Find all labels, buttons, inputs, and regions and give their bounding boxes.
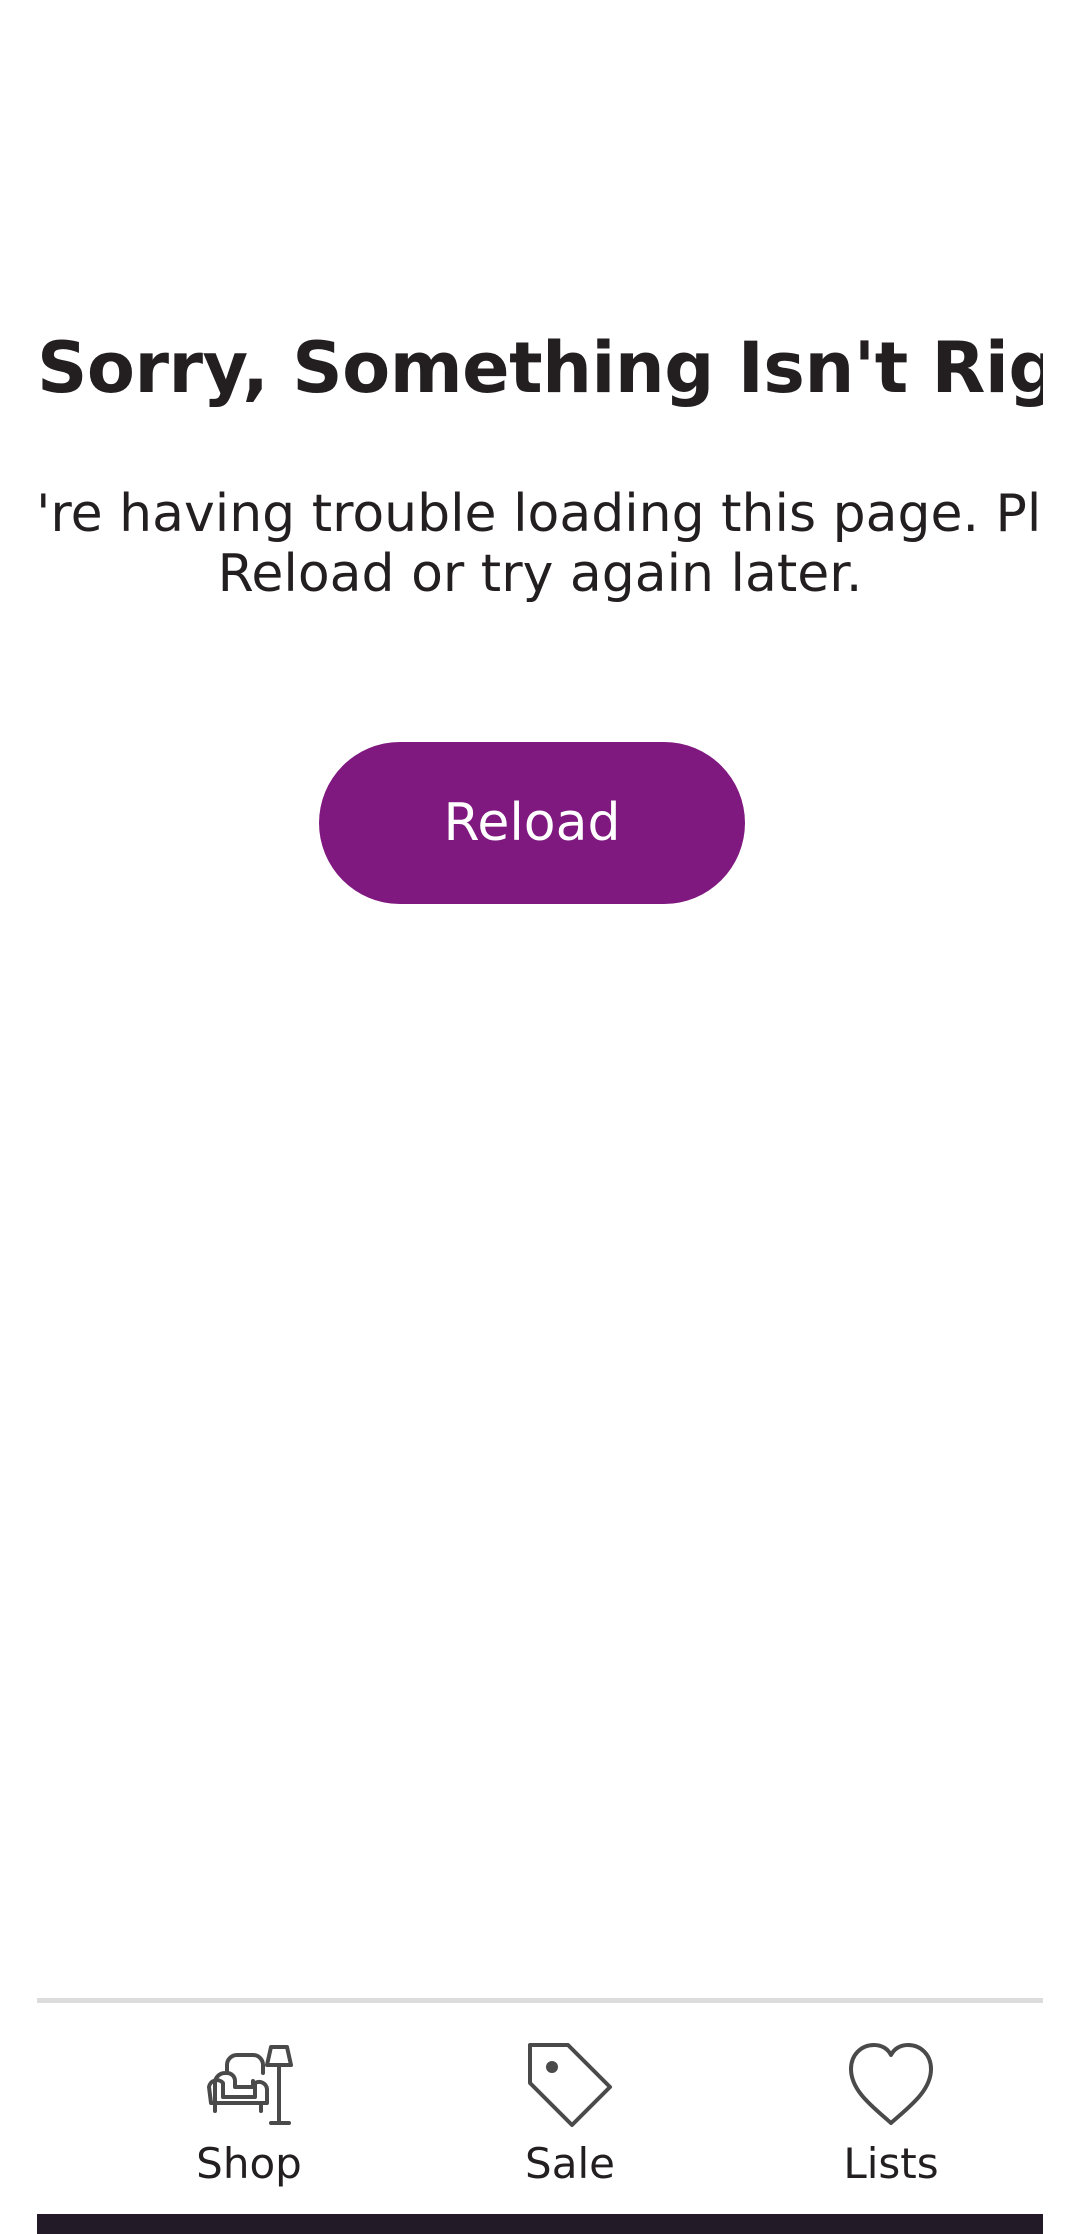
tab-shop-label: Shop xyxy=(196,2139,302,2188)
heart-icon xyxy=(843,2037,939,2133)
tab-sale[interactable]: Sale xyxy=(410,2003,730,2219)
reload-button[interactable]: Reload xyxy=(319,742,745,904)
bottom-tab-bar: Shop Sale Lists xyxy=(37,1998,1043,2219)
error-title: Sorry, Something Isn't Right xyxy=(37,327,1043,409)
error-message-line-1: We're having trouble loading this page. … xyxy=(37,484,1043,544)
error-message-line-2: Reload or try again later. xyxy=(217,544,863,604)
tab-sale-label: Sale xyxy=(525,2139,615,2188)
armchair-lamp-icon xyxy=(201,2037,297,2133)
tab-lists[interactable]: Lists xyxy=(731,2003,1043,2219)
tab-shop[interactable]: Shop xyxy=(89,2003,409,2219)
tab-lists-label: Lists xyxy=(843,2139,939,2188)
system-navigation-bar xyxy=(37,2214,1043,2234)
error-message: We're having trouble loading this page. … xyxy=(37,484,1043,614)
app-viewport: Sorry, Something Isn't Right We're havin… xyxy=(37,0,1043,2234)
price-tag-icon xyxy=(522,2037,618,2133)
